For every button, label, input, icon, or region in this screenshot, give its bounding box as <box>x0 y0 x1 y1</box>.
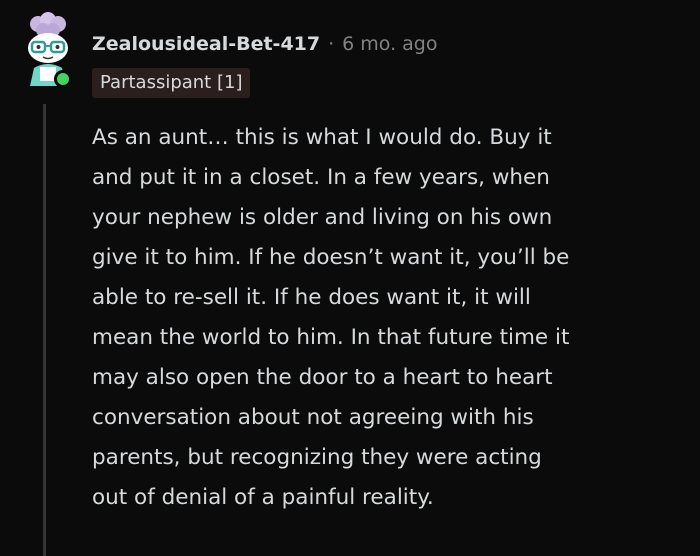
comment-body-line: mean the world to him. In that future ti… <box>92 325 570 350</box>
comment-body-line: your nephew is older and living on his o… <box>92 205 553 230</box>
thread-line[interactable] <box>43 104 46 556</box>
comment-body-line: give it to him. If he doesn’t want it, y… <box>92 245 570 270</box>
comment-body-line: As an aunt… this is what I would do. Buy… <box>92 125 552 150</box>
comment-body-line: out of denial of a painful reality. <box>92 485 434 510</box>
comment-body-line: able to re-sell it. If he does want it, … <box>92 285 531 310</box>
comment-body-line: may also open the door to a heart to hea… <box>92 365 553 390</box>
online-status-dot <box>54 70 72 88</box>
author-username[interactable]: Zealousideal-Bet-417 <box>92 33 320 55</box>
comment-body: As an aunt… this is what I would do. Buy… <box>92 118 682 518</box>
comment-timestamp[interactable]: 6 mo. ago <box>342 33 437 55</box>
comment-header: Zealousideal-Bet-417 · 6 mo. ago <box>92 28 438 60</box>
meta-separator: · <box>328 33 335 55</box>
comment-body-line: conversation about not agreeing with his <box>92 405 534 430</box>
comment-body-line: and put it in a closet. In a few years, … <box>92 165 550 190</box>
user-flair: Partassipant [1] <box>92 68 251 98</box>
comment-body-line: parents, but recognizing they were actin… <box>92 445 542 470</box>
